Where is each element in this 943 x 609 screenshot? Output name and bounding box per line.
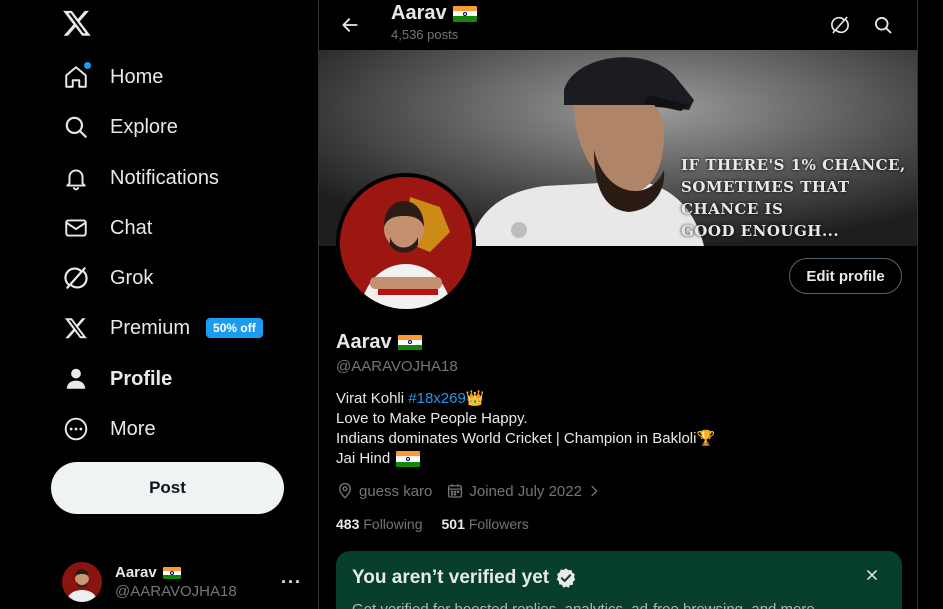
bio-line: Indians dominates World Cricket | Champi… <box>336 429 715 449</box>
edit-profile-button[interactable]: Edit profile <box>789 258 902 294</box>
joined-item[interactable]: Joined July 2022 <box>446 482 607 500</box>
india-flag-icon <box>396 451 421 467</box>
profile-column: IF THERE'S 1% CHANCE, SOMETIMES THAT CHA… <box>318 0 918 609</box>
location-item: guess karo <box>336 482 432 500</box>
profile-meta: guess karo Joined July 2022 <box>336 482 621 500</box>
followers-count: 501 <box>441 516 465 532</box>
india-flag-icon <box>162 567 181 579</box>
discount-badge: 50% off <box>206 318 263 338</box>
verification-card[interactable]: You aren’t verified yet Get verified for… <box>336 551 902 609</box>
joined-text: Joined July 2022 <box>469 482 582 500</box>
bio-text: Jai Hind <box>336 450 391 467</box>
trophy-emoji: 🏆 <box>696 430 716 447</box>
sidebar: Home Explore Notifications Chat Grok Pre… <box>0 0 318 609</box>
profile-bio: Virat Kohli #18x269👑 Love to Make People… <box>336 389 715 469</box>
search-icon[interactable] <box>866 8 900 42</box>
followers-link[interactable]: 501 Followers <box>442 516 529 532</box>
bell-icon <box>62 164 90 192</box>
crown-emoji: 👑 <box>465 390 485 407</box>
sidebar-item-explore[interactable]: Explore <box>62 107 178 147</box>
bio-line: Jai Hind <box>336 449 715 469</box>
sidebar-item-notifications[interactable]: Notifications <box>62 158 219 198</box>
follow-stats: 483 Following 501 Followers <box>336 516 548 532</box>
sidebar-item-label: Explore <box>110 115 178 138</box>
bio-text: Indians dominates World Cricket | Champi… <box>336 430 697 447</box>
banner-quote: IF THERE'S 1% CHANCE, SOMETIMES THAT CHA… <box>681 154 906 242</box>
account-switcher[interactable]: Aarav @AARAVOJHA18 ··· <box>62 560 302 604</box>
more-circle-icon <box>62 415 90 443</box>
post-count: 4,536 posts <box>391 27 459 42</box>
hashtag-link[interactable]: #18x269 <box>408 390 466 407</box>
close-icon[interactable] <box>862 565 882 585</box>
person-icon <box>62 365 90 393</box>
sidebar-item-label: Notifications <box>110 166 219 189</box>
back-arrow-icon[interactable] <box>333 8 367 42</box>
sidebar-item-label: Grok <box>110 266 154 289</box>
profile-header-bar: Aarav 4,536 posts <box>319 0 917 50</box>
sidebar-item-chat[interactable]: Chat <box>62 208 152 248</box>
avatar <box>62 562 102 602</box>
profile-handle: @AARAVOJHA18 <box>336 358 458 375</box>
profile-avatar[interactable] <box>336 173 476 313</box>
india-flag-icon <box>452 5 477 22</box>
sidebar-item-label: Premium <box>110 316 191 339</box>
quote-line: GOOD ENOUGH... <box>681 222 840 240</box>
following-label: Following <box>363 516 423 532</box>
verification-title-text: You aren’t verified yet <box>352 567 550 588</box>
following-link[interactable]: 483 Following <box>336 516 423 532</box>
notification-dot <box>84 62 91 69</box>
x-logo-icon <box>62 314 90 342</box>
grok-icon[interactable] <box>823 8 857 42</box>
following-count: 483 <box>336 516 360 532</box>
followers-label: Followers <box>468 516 529 532</box>
account-name: Aarav <box>115 564 237 581</box>
post-button[interactable]: Post <box>51 462 284 514</box>
sidebar-item-more[interactable]: More <box>62 409 156 449</box>
grok-icon <box>62 264 90 292</box>
quote-line: IF THERE'S 1% CHANCE, <box>681 156 906 174</box>
verified-badge-icon <box>556 568 576 588</box>
sidebar-item-label: Profile <box>110 367 173 390</box>
sidebar-item-premium[interactable]: Premium 50% off <box>62 308 263 348</box>
verification-body: Get verified for boosted replies, analyt… <box>352 601 819 609</box>
sidebar-item-home[interactable]: Home <box>62 57 163 97</box>
sidebar-item-label: More <box>110 417 156 440</box>
quote-line: SOMETIMES THAT <box>681 178 850 196</box>
home-icon <box>62 62 91 91</box>
quote-line: CHANCE IS <box>681 200 784 218</box>
search-icon <box>62 113 90 141</box>
sidebar-item-label: Chat <box>110 216 153 239</box>
sidebar-item-label: Home <box>110 65 164 88</box>
sidebar-item-profile[interactable]: Profile <box>62 359 172 399</box>
x-logo-icon[interactable] <box>62 8 92 38</box>
sidebar-item-grok[interactable]: Grok <box>62 258 153 298</box>
bio-text: Virat Kohli <box>336 390 409 407</box>
bio-line: Virat Kohli #18x269👑 <box>336 389 715 409</box>
bio-line: Love to Make People Happy. <box>336 410 528 427</box>
mail-icon <box>62 214 90 242</box>
verification-title: You aren’t verified yet <box>352 567 577 589</box>
account-handle: @AARAVOJHA18 <box>115 583 237 600</box>
profile-name-text: Aarav <box>336 331 392 353</box>
more-dots-icon[interactable]: ··· <box>281 572 302 593</box>
calendar-icon <box>448 484 463 498</box>
page-title: Aarav <box>391 2 477 25</box>
page-title-text: Aarav <box>391 2 447 24</box>
profile-name: Aarav <box>336 331 422 354</box>
location-text: guess karo <box>359 482 433 500</box>
account-name-text: Aarav <box>115 564 157 581</box>
chevron-right-icon <box>591 485 598 497</box>
location-pin-icon <box>339 482 351 499</box>
india-flag-icon <box>397 334 422 351</box>
